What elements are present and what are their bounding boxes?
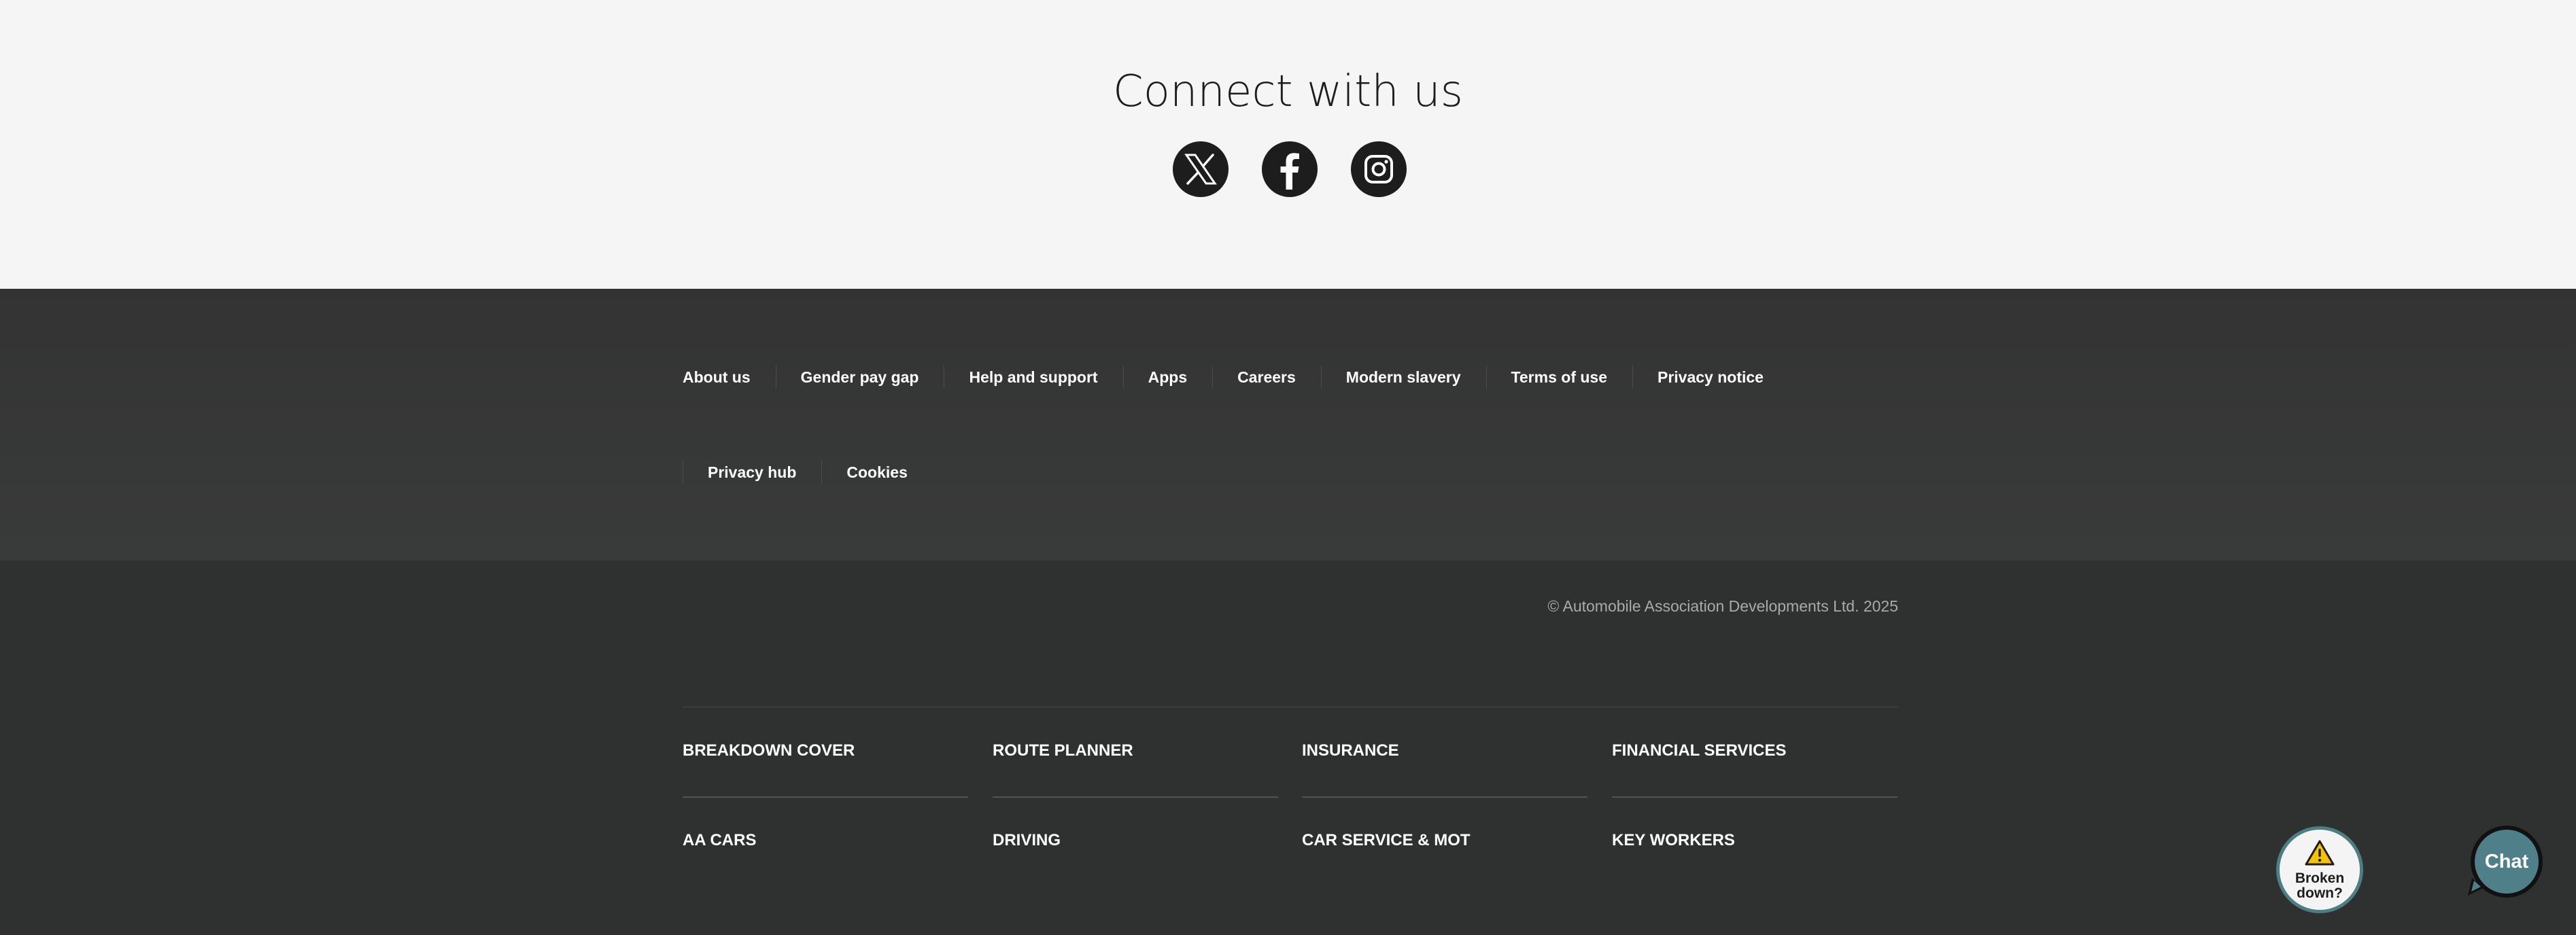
broken-down-label: Broken down?	[2295, 870, 2345, 901]
facebook-icon[interactable]	[1262, 141, 1318, 197]
category-insurance[interactable]: INSURANCE	[1302, 741, 1399, 761]
footer-bottom: © Automobile Association Developments Lt…	[0, 561, 2576, 935]
footer-links-nav: About us Gender pay gap Help and support…	[0, 289, 2576, 561]
category-key-workers[interactable]: KEY WORKERS	[1612, 830, 1735, 851]
footer-link-about-us[interactable]: About us	[683, 367, 776, 387]
footer-link-cookies[interactable]: Cookies	[821, 461, 932, 484]
category-driving[interactable]: DRIVING	[993, 830, 1061, 851]
copyright-text: © Automobile Association Developments Lt…	[1547, 597, 1898, 615]
instagram-icon[interactable]	[1351, 141, 1407, 197]
chat-button[interactable]: Chat	[2471, 826, 2543, 898]
chat-label: Chat	[2484, 851, 2529, 872]
category-breakdown-cover[interactable]: BREAKDOWN COVER	[683, 741, 855, 761]
footer-links-row: About us Gender pay gap Help and support…	[683, 357, 1789, 398]
footer-link-apps[interactable]: Apps	[1122, 366, 1213, 389]
category-route-planner[interactable]: ROUTE PLANNER	[993, 741, 1133, 761]
footer-link-privacy-hub[interactable]: Privacy hub	[683, 461, 821, 484]
footer-link-privacy-notice[interactable]: Privacy notice	[1632, 366, 1789, 389]
connect-section: Connect with us	[0, 0, 2576, 289]
footer-link-gender-pay-gap[interactable]: Gender pay gap	[775, 366, 944, 389]
footer-links-row: Privacy hub Cookies	[683, 452, 933, 493]
warning-icon	[2304, 839, 2335, 870]
divider	[993, 796, 1278, 798]
divider	[1612, 796, 1897, 798]
divider	[683, 796, 968, 798]
category-car-service-mot[interactable]: CAR SERVICE & MOT	[1302, 830, 1471, 851]
footer-link-modern-slavery[interactable]: Modern slavery	[1320, 366, 1486, 389]
category-financial-services[interactable]: FINANCIAL SERVICES	[1612, 741, 1787, 761]
footer-link-careers[interactable]: Careers	[1212, 366, 1321, 389]
footer-link-help-and-support[interactable]: Help and support	[944, 366, 1122, 389]
divider	[1302, 796, 1587, 798]
broken-down-button[interactable]: Broken down?	[2276, 826, 2363, 913]
category-aa-cars[interactable]: AA CARS	[683, 830, 756, 851]
x-icon[interactable]	[1173, 141, 1229, 197]
connect-title: Connect with us	[1113, 67, 1463, 117]
footer-link-terms-of-use[interactable]: Terms of use	[1486, 366, 1632, 389]
